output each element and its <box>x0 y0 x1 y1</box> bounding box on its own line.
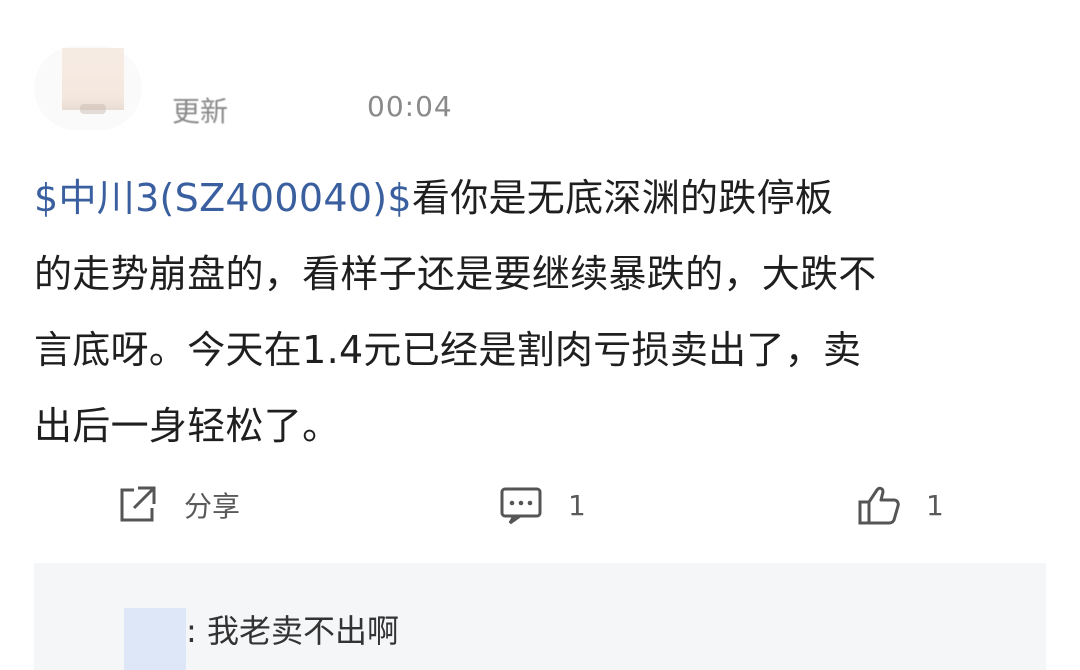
post-update-label: 更新 <box>172 95 229 128</box>
reply-avatar[interactable] <box>124 608 186 670</box>
comment-button[interactable]: 1 <box>498 482 586 528</box>
like-button[interactable]: 1 <box>856 482 944 528</box>
like-count: 1 <box>926 488 944 522</box>
reply-text: : 我老卖不出啊 <box>186 612 399 650</box>
share-icon <box>120 486 156 522</box>
stock-tag-link[interactable]: $中川3(SZ400040)$ <box>34 176 412 220</box>
post-line-3: 言底呀。今天在1.4元已经是割肉亏损卖出了，卖 <box>34 328 862 372</box>
comment-count: 1 <box>568 488 586 522</box>
action-bar: 分享 1 1 <box>0 470 1080 540</box>
post-line-2: 的走势崩盘的，看样子还是要继续暴跌的，大跌不 <box>34 252 877 296</box>
post-timestamp: 00:04 <box>367 90 453 123</box>
post-body: $中川3(SZ400040)$看你是无底深渊的跌停板 的走势崩盘的，看样子还是要… <box>34 160 1054 464</box>
comment-icon <box>500 487 542 525</box>
post-line-4: 出后一身轻松了。 <box>34 404 341 448</box>
thumbs-up-icon <box>858 486 900 525</box>
post-meta: 更新 00:04 <box>172 90 452 130</box>
share-button[interactable]: 分享 <box>114 482 240 528</box>
share-label: 分享 <box>184 490 241 523</box>
post-line-1: 看你是无底深渊的跌停板 <box>411 176 834 220</box>
avatar[interactable] <box>62 48 124 114</box>
